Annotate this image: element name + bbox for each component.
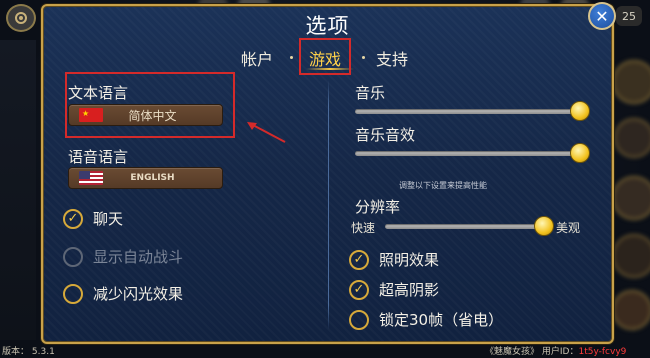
- background-counter: 25: [616, 6, 642, 26]
- version-label: 版本：: [2, 347, 30, 357]
- checkmark-icon: ✓: [63, 208, 83, 229]
- chat-checkbox[interactable]: ✓ 聊天: [63, 208, 123, 229]
- lock-30fps-checkbox[interactable]: 锁定30帧（省电）: [349, 309, 503, 330]
- ultra-shadows-label: 超高阴影: [379, 281, 440, 299]
- user-id-label: 用户ID：: [541, 347, 579, 357]
- resolution-max-label: 美观: [556, 221, 581, 235]
- tab-separator-dot: [290, 56, 293, 59]
- background-item-icon: [614, 118, 650, 158]
- chat-label: 聊天: [93, 210, 124, 228]
- sound-effects-label: 音乐音效: [355, 126, 416, 144]
- resolution-min-label: 快速: [351, 221, 376, 235]
- tab-account[interactable]: 帐户: [241, 46, 273, 70]
- settings-gear-icon: [6, 4, 36, 32]
- unchecked-circle-icon: [63, 246, 83, 267]
- music-slider-thumb[interactable]: [570, 101, 590, 121]
- background-left-strip: [0, 40, 36, 340]
- checkmark-icon: ✓: [349, 249, 369, 270]
- ultra-shadows-checkbox[interactable]: ✓ 超高阴影: [349, 279, 439, 300]
- options-panel: 选项 帐户 游戏 支持 文本语言 ★ 简体中文 语音语言 ENGLISH ✓ 聊…: [41, 4, 614, 344]
- version-info: 版本： 5.3.1: [2, 344, 55, 357]
- game-name: 《魅魔女孩》: [485, 347, 540, 357]
- background-item-icon: [612, 176, 650, 220]
- resolution-label: 分辨率: [355, 198, 401, 216]
- column-divider: [328, 80, 329, 330]
- music-slider-track[interactable]: [355, 109, 581, 114]
- user-id-value: 1t5y-fcvy9: [578, 347, 627, 357]
- tab-separator-dot: [362, 56, 365, 59]
- reduce-flash-label: 减少闪光效果: [93, 285, 184, 303]
- tab-support[interactable]: 支持: [376, 46, 408, 70]
- background-item-icon: [612, 290, 650, 330]
- unchecked-circle-icon: [63, 283, 83, 304]
- close-icon: ✕: [595, 6, 609, 26]
- background-item-icon: [612, 60, 650, 104]
- voice-language-button[interactable]: ENGLISH: [68, 167, 223, 189]
- voice-language-value: ENGLISH: [130, 173, 175, 183]
- reduce-flash-checkbox[interactable]: 减少闪光效果: [63, 283, 183, 304]
- lighting-effects-checkbox[interactable]: ✓ 照明效果: [349, 249, 439, 270]
- annotation-box-game-tab: [299, 38, 351, 75]
- version-number: 5.3.1: [31, 347, 55, 357]
- show-auto-battle-label: 显示自动战斗: [93, 248, 184, 266]
- checkmark-icon: ✓: [349, 279, 369, 300]
- resolution-slider-thumb[interactable]: [534, 216, 554, 236]
- sound-effects-slider-track[interactable]: [355, 151, 581, 156]
- show-auto-battle-checkbox[interactable]: 显示自动战斗: [63, 246, 183, 267]
- close-button[interactable]: ✕: [588, 2, 616, 30]
- voice-language-label: 语音语言: [68, 148, 129, 166]
- user-info: 《魅魔女孩》 用户ID：1t5y-fcvy9: [485, 344, 626, 357]
- panel-title: 选项: [305, 14, 350, 38]
- background-item-icon: [612, 234, 650, 278]
- usa-flag-icon: [79, 171, 103, 185]
- annotation-arrow-icon: [247, 122, 286, 143]
- resolution-slider-track[interactable]: [385, 224, 548, 229]
- music-label: 音乐: [355, 84, 386, 102]
- annotation-box-text-language: [65, 72, 235, 138]
- lighting-effects-label: 照明效果: [379, 251, 440, 269]
- lock-30fps-label: 锁定30帧（省电）: [379, 311, 504, 329]
- unchecked-circle-icon: [349, 309, 369, 330]
- performance-hint: 调整以下设置来提高性能: [399, 181, 487, 190]
- sound-effects-slider-thumb[interactable]: [570, 143, 590, 163]
